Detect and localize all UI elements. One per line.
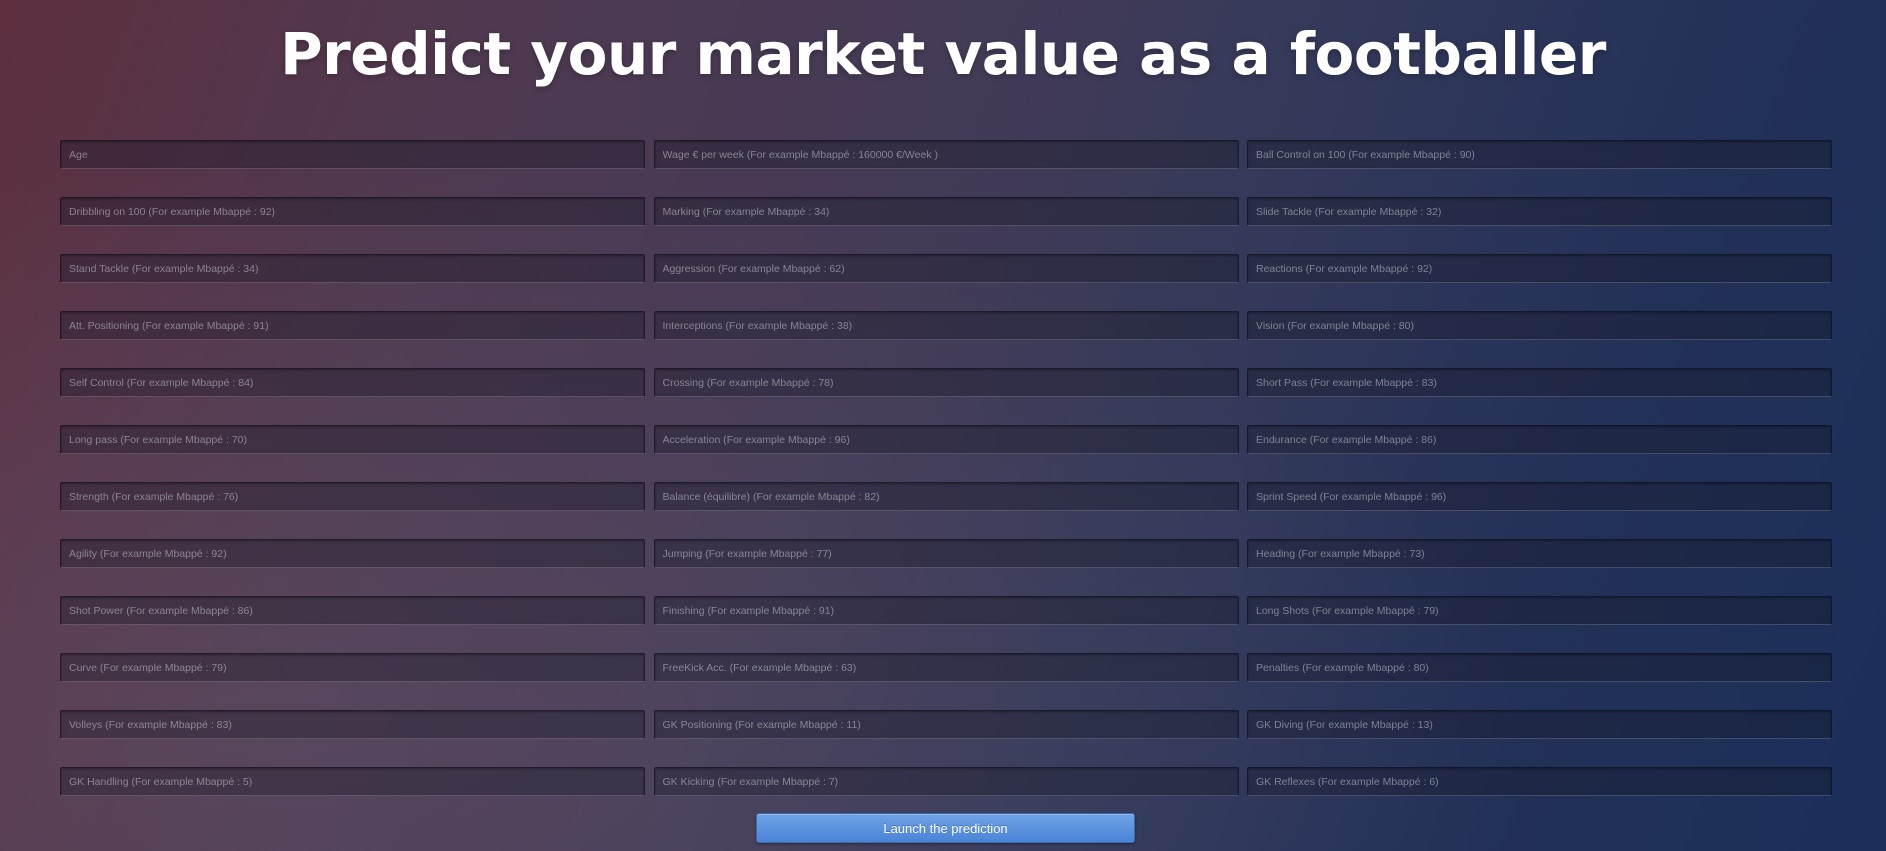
heading-input[interactable] [1247,539,1832,568]
sprint-speed-input[interactable] [1247,482,1832,511]
age-input[interactable] [60,140,645,169]
balance-input[interactable] [653,482,1239,511]
finishing-input[interactable] [653,596,1239,625]
gk-reflexes-input[interactable] [1247,767,1832,796]
reactions-input[interactable] [1247,254,1832,283]
endurance-input[interactable] [1247,425,1832,454]
self-control-input[interactable] [60,368,645,397]
marking-input[interactable] [653,197,1239,226]
agility-input[interactable] [60,539,645,568]
penalties-input[interactable] [1247,653,1832,682]
jumping-input[interactable] [653,539,1239,568]
gk-handling-input[interactable] [60,767,645,796]
gk-diving-input[interactable] [1247,710,1832,739]
page-title: Predict your market value as a footballe… [280,20,1606,88]
interceptions-input[interactable] [653,311,1239,340]
stand-tackle-input[interactable] [60,254,645,283]
volleys-input[interactable] [60,710,645,739]
long-pass-input[interactable] [60,425,645,454]
curve-input[interactable] [60,653,645,682]
launch-prediction-button[interactable]: Launch the prediction [756,813,1135,843]
attributes-form [60,140,1832,796]
freekick-accuracy-input[interactable] [653,653,1239,682]
strength-input[interactable] [60,482,645,511]
dribbling-input[interactable] [60,197,645,226]
short-pass-input[interactable] [1247,368,1832,397]
gk-kicking-input[interactable] [653,767,1239,796]
acceleration-input[interactable] [653,425,1239,454]
wage-input[interactable] [653,140,1239,169]
shot-power-input[interactable] [60,596,645,625]
att-positioning-input[interactable] [60,311,645,340]
slide-tackle-input[interactable] [1247,197,1832,226]
ball-control-input[interactable] [1247,140,1832,169]
aggression-input[interactable] [653,254,1239,283]
gk-positioning-input[interactable] [653,710,1239,739]
vision-input[interactable] [1247,311,1832,340]
long-shots-input[interactable] [1247,596,1832,625]
crossing-input[interactable] [653,368,1239,397]
